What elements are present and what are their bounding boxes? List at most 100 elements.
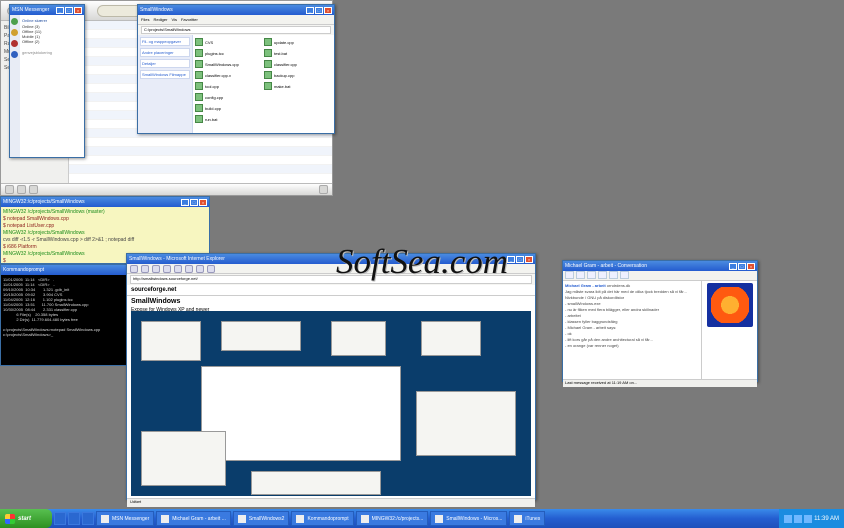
msn-contact-list[interactable]: Online skærer Online (3) Offline (11) Mo… [20, 15, 84, 157]
quick-launch-icon[interactable] [54, 512, 66, 525]
explorer-menu[interactable]: Files Rediger Vis Favoritter [138, 15, 334, 25]
menu-item[interactable]: Favoritter [181, 17, 198, 22]
history-icon[interactable] [207, 265, 215, 273]
repeat-icon[interactable] [29, 185, 38, 194]
mail-titlebar[interactable]: Michael Gram - arbeit - Conversation _□× [563, 261, 757, 271]
table-row[interactable] [69, 147, 332, 156]
browser-page[interactable]: sourceforge.net SmallWindows Expose for … [127, 285, 535, 498]
favorites-icon[interactable] [196, 265, 204, 273]
file-item[interactable]: update.cpp [264, 37, 330, 47]
file-item[interactable]: run.bat [195, 114, 261, 124]
home-icon[interactable] [174, 265, 182, 273]
message-body[interactable]: Michael Gram - arbeit orndrdens.dkJag må… [563, 281, 702, 379]
refresh-icon[interactable] [163, 265, 171, 273]
file-item[interactable]: make.bat [264, 81, 330, 91]
task-label: MINGW32:/c/projects... [372, 516, 424, 522]
maximize-icon[interactable]: □ [516, 256, 524, 263]
table-row[interactable] [69, 165, 332, 174]
file-item[interactable]: plugins.tcc [195, 48, 261, 58]
table-row[interactable] [69, 138, 332, 147]
browser-toolbar[interactable] [127, 264, 535, 274]
menu-item[interactable]: Rediger [153, 17, 167, 22]
side-panel[interactable]: Fil- og mappeopgaver [140, 37, 190, 46]
minimize-icon[interactable]: _ [507, 256, 515, 263]
audio-icon[interactable] [598, 271, 607, 279]
games-icon[interactable] [620, 271, 629, 279]
menu-item[interactable]: Files [141, 17, 149, 22]
thumbnail [141, 431, 226, 486]
taskbar-item[interactable]: iTunes [509, 511, 545, 526]
minimize-icon[interactable]: _ [181, 199, 189, 206]
thumbnail [201, 366, 401, 461]
maximize-icon[interactable]: □ [190, 199, 198, 206]
send-file-icon[interactable] [576, 271, 585, 279]
file-item[interactable]: CVS [195, 37, 261, 47]
address-bar[interactable]: http://smallwindows.sourceforge.net/ [130, 275, 532, 284]
search-icon[interactable] [185, 265, 193, 273]
quick-launch-icon[interactable] [82, 512, 94, 525]
minimize-icon[interactable]: _ [306, 7, 314, 14]
eject-icon[interactable] [319, 185, 328, 194]
taskbar-item[interactable]: SmallWindows - Micros... [430, 511, 507, 526]
file-item[interactable]: classifier.cpp.v [195, 70, 261, 80]
stop-icon[interactable] [152, 265, 160, 273]
start-button[interactable]: start [0, 509, 52, 528]
add-playlist-icon[interactable] [5, 185, 14, 194]
side-panel[interactable]: Detaljer [140, 59, 190, 68]
file-item[interactable]: SmallWindows.cpp [195, 59, 261, 69]
conversation-window[interactable]: Michael Gram - arbeit - Conversation _□×… [562, 260, 758, 382]
msn-titlebar[interactable]: MSN Messenger _ □ × [10, 5, 84, 15]
webcam-icon[interactable] [587, 271, 596, 279]
close-icon[interactable]: × [747, 263, 755, 270]
maximize-icon[interactable]: □ [315, 7, 323, 14]
minimize-icon[interactable]: _ [56, 7, 64, 14]
taskbar-item[interactable]: SmallWindows2 [233, 511, 290, 526]
address-bar[interactable]: C:\projects\SmallWindows [141, 26, 331, 34]
file-icon [195, 93, 203, 101]
close-icon[interactable]: × [74, 7, 82, 14]
invite-icon[interactable] [565, 271, 574, 279]
minimize-icon[interactable]: _ [729, 263, 737, 270]
maximize-icon[interactable]: □ [738, 263, 746, 270]
table-row[interactable] [69, 156, 332, 165]
taskbar-item[interactable]: Kommandoprompt [291, 511, 353, 526]
close-icon[interactable]: × [199, 199, 207, 206]
activities-icon[interactable] [609, 271, 618, 279]
taskbar[interactable]: start MSN MessengerMichael Gram - arbeit… [0, 509, 844, 528]
file-item[interactable]: test.bat [264, 48, 330, 58]
itunes-bottom-bar [1, 183, 332, 195]
taskbar-item[interactable]: Michael Gram - arbeit ... [156, 511, 231, 526]
file-item[interactable]: backup.cpp [264, 70, 330, 80]
task-label: Kommandoprompt [307, 516, 348, 522]
shuffle-icon[interactable] [17, 185, 26, 194]
tray-icon[interactable] [794, 515, 802, 523]
system-tray[interactable]: 11:39 AM [779, 509, 844, 528]
forward-icon[interactable] [141, 265, 149, 273]
side-panel[interactable]: SmallWindows Filmappe [140, 70, 190, 79]
file-item[interactable]: tool.cpp [195, 81, 261, 91]
close-icon[interactable]: × [324, 7, 332, 14]
taskbar-item[interactable]: MINGW32:/c/projects... [356, 511, 429, 526]
maximize-icon[interactable]: □ [65, 7, 73, 14]
mail-toolbar[interactable] [563, 271, 757, 281]
back-icon[interactable] [130, 265, 138, 273]
browser-titlebar[interactable]: SmallWindows - Microsoft Internet Explor… [127, 254, 535, 264]
file-item[interactable]: config.cpp [195, 92, 261, 102]
side-panel[interactable]: Andre placeringer [140, 48, 190, 57]
file-list[interactable]: CVSplugins.tccSmallWindows.cppclassifier… [193, 35, 334, 133]
file-item[interactable]: classifier.cpp [264, 59, 330, 69]
taskbar-item[interactable]: MSN Messenger [96, 511, 154, 526]
ie-browser-window[interactable]: SmallWindows - Microsoft Internet Explor… [126, 253, 536, 500]
terminal-titlebar[interactable]: MINGW32:/c/projects/SmallWindows _□× [1, 197, 209, 207]
tray-icon[interactable] [804, 515, 812, 523]
explorer-titlebar[interactable]: SmallWindows _ □ × [138, 5, 334, 15]
menu-item[interactable]: Vis [171, 17, 176, 22]
msn-group[interactable]: Offline (2) [22, 39, 82, 44]
quick-launch-icon[interactable] [68, 512, 80, 525]
close-icon[interactable]: × [525, 256, 533, 263]
msn-messenger-window[interactable]: MSN Messenger _ □ × Online skærer Online… [9, 4, 85, 158]
file-item[interactable]: build.cpp [195, 103, 261, 113]
explorer-window[interactable]: SmallWindows _ □ × Files Rediger Vis Fav… [137, 4, 335, 134]
tray-icon[interactable] [784, 515, 792, 523]
status-bar: Udført [127, 498, 535, 507]
